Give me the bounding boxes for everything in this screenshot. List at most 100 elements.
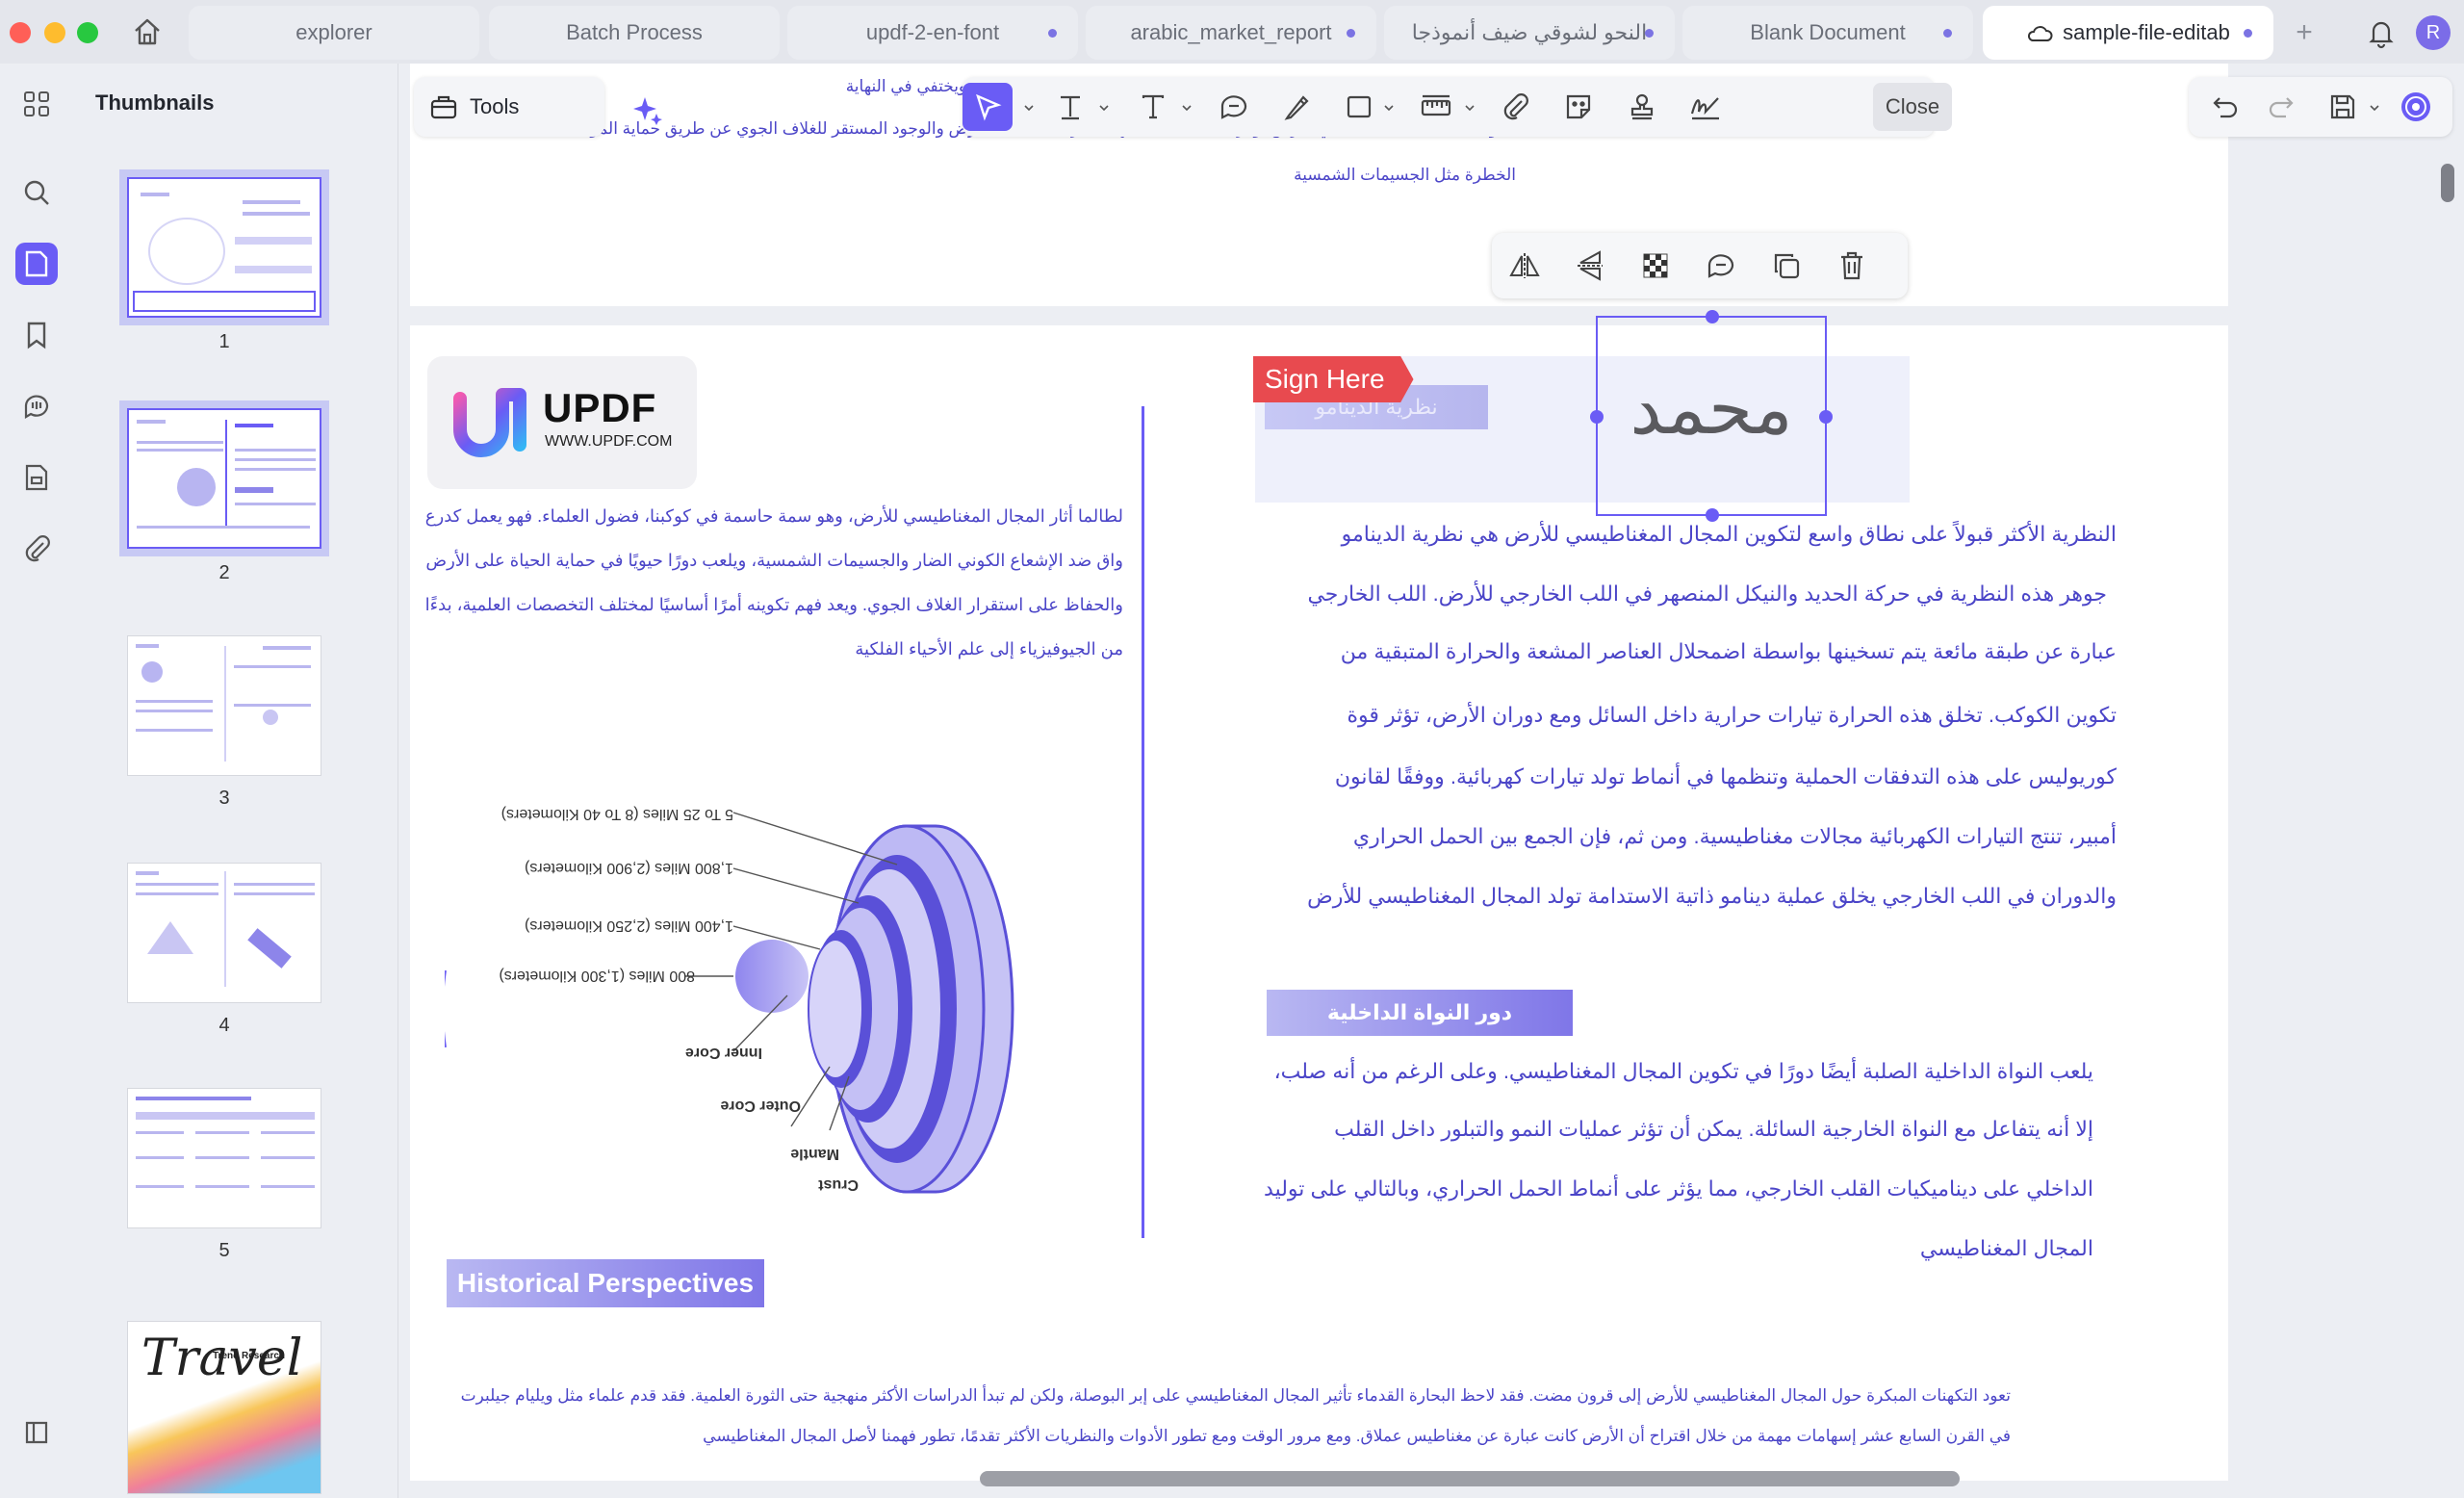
- chevron-down-icon[interactable]: [1099, 103, 1109, 113]
- ai-sparkle-icon[interactable]: [631, 94, 664, 127]
- bookmark-icon[interactable]: [15, 314, 58, 356]
- core-line: الداخلي على ديناميكيات القلب الخارجي، مم…: [1264, 1176, 2093, 1201]
- window-minimize-button[interactable]: [44, 22, 65, 43]
- chevron-down-icon[interactable]: [1384, 103, 1394, 113]
- tab-explorer[interactable]: explorer: [189, 6, 479, 60]
- apps-grid-icon[interactable]: [15, 83, 58, 125]
- home-icon[interactable]: [129, 13, 166, 50]
- save-icon[interactable]: [2323, 88, 2362, 126]
- earth-label-outer-core-depth: 1,400 Miles (2,250 Kilometers): [525, 917, 733, 934]
- chevron-down-icon[interactable]: [1024, 103, 1034, 113]
- tab-arabic-grammar[interactable]: النحو لشوقي ضيف أنموذجا: [1384, 6, 1675, 60]
- thumbnail-page-6[interactable]: Travel Trend Research: [127, 1321, 321, 1494]
- notification-bell-icon[interactable]: [2364, 15, 2399, 50]
- earth-label-mantle-depth: 1,800 Miles (2,900 Kilometers): [525, 860, 733, 876]
- horizontal-scrollbar[interactable]: [980, 1471, 1960, 1486]
- earth-label-crust: Crust: [818, 1176, 859, 1193]
- dynamo-line: والدوران في اللب الخارجي يخلق عملية دينا…: [1307, 884, 2117, 908]
- page-a-text-line: الخطرة مثل الجسيمات الشمسية: [1294, 166, 1516, 184]
- tab-updf-2-en-font[interactable]: updf-2-en-font: [787, 6, 1078, 60]
- undo-icon[interactable]: [2206, 88, 2245, 126]
- core-line: إلا أنه يتفاعل مع النواة الخارجية السائل…: [1334, 1117, 2093, 1141]
- text-insert-tool-icon[interactable]: [1051, 88, 1090, 126]
- resize-handle-left[interactable]: [1590, 410, 1604, 424]
- comment-icon[interactable]: [1702, 246, 1740, 285]
- resize-handle-bottom[interactable]: [1706, 508, 1719, 522]
- attachment-paperclip-icon[interactable]: [15, 528, 58, 570]
- sidebar-toggle-icon[interactable]: [15, 1411, 58, 1454]
- dynamo-line: كوريوليس على هذه التدفقات الحملية وتنظمه…: [1334, 764, 2117, 788]
- tab-bar: explorer Batch Process updf-2-en-font ar…: [0, 0, 2464, 64]
- history-line: في القرن السابع عشر إسهامات مهمة من خلال…: [703, 1427, 2011, 1445]
- tab-label: arabic_market_report: [1130, 20, 1332, 44]
- thumbnails-page-icon[interactable]: [15, 243, 58, 285]
- thumbnail-page-4[interactable]: [127, 863, 321, 1003]
- thumbnail-page-3[interactable]: [127, 635, 321, 776]
- new-tab-plus-icon[interactable]: +: [2285, 13, 2323, 52]
- thumbnail-page-2[interactable]: [119, 400, 329, 556]
- select-arrow-tool[interactable]: [962, 83, 1013, 131]
- text-box-tool-icon[interactable]: [1134, 88, 1172, 126]
- thumbnail-page-1[interactable]: [119, 169, 329, 325]
- thumbnail-label: 3: [218, 788, 230, 809]
- comments-icon[interactable]: [15, 385, 58, 427]
- resize-handle-right[interactable]: [1819, 410, 1833, 424]
- search-icon[interactable]: [15, 171, 58, 214]
- core-line: المجال المغناطيسي: [1919, 1236, 2093, 1260]
- rectangle-shape-tool-icon[interactable]: [1340, 88, 1378, 126]
- history-line: تعود التكهنات المبكرة حول المجال المغناط…: [460, 1386, 2011, 1405]
- thumbnail-label: 5: [218, 1240, 230, 1261]
- flip-horizontal-icon[interactable]: [1505, 246, 1544, 285]
- stamp-tool-icon[interactable]: [1623, 88, 1661, 126]
- measure-ruler-tool-icon[interactable]: [1417, 88, 1455, 126]
- tab-label: Batch Process: [566, 20, 703, 44]
- duplicate-icon[interactable]: [1767, 246, 1806, 285]
- user-avatar[interactable]: R: [2416, 15, 2451, 50]
- thumbnail-label: 4: [218, 1015, 230, 1036]
- chevron-down-icon[interactable]: [1182, 103, 1192, 113]
- earth-label-mantle: Mantle: [790, 1146, 839, 1162]
- sticky-note-comment-icon[interactable]: [1215, 88, 1253, 126]
- tools-button[interactable]: Tools: [414, 77, 604, 137]
- tab-batch-process[interactable]: Batch Process: [489, 6, 780, 60]
- unsaved-dot-icon: [1347, 29, 1355, 38]
- tools-label: Tools: [470, 94, 520, 118]
- sign-here-tag[interactable]: Sign Here: [1253, 356, 1414, 402]
- updf-logo: UPDF WWW.UPDF.COM: [427, 356, 697, 489]
- earth-label-crust-depth: 5 To 25 Miles (8 To 40 Kilometers): [501, 806, 733, 822]
- pen-draw-tool-icon[interactable]: [1278, 88, 1317, 126]
- unsaved-dot-icon: [1943, 29, 1952, 38]
- chevron-down-icon[interactable]: [1465, 103, 1475, 113]
- close-annotation-button[interactable]: Close: [1873, 83, 1952, 131]
- flip-vertical-icon[interactable]: [1571, 246, 1609, 285]
- thumbnail-label: 1: [218, 331, 230, 352]
- tab-label: updf-2-en-font: [865, 20, 1000, 44]
- chevron-down-icon[interactable]: [2370, 103, 2379, 113]
- history-save-toolbar: [2189, 77, 2452, 137]
- delete-trash-icon[interactable]: [1833, 246, 1871, 285]
- window-maximize-button[interactable]: [77, 22, 98, 43]
- core-line: يلعب النواة الداخلية الصلبة أيضًا دورًا …: [1273, 1059, 2093, 1083]
- earth-layers-diagram: 5 To 25 Miles (8 To 40 Kilometers) 1,800…: [445, 806, 1014, 1194]
- sticker-tool-icon[interactable]: [1559, 88, 1598, 126]
- dynamo-line: أمبير، تنتج التيارات الكهربائية مجالات م…: [1352, 824, 2117, 848]
- ai-assistant-icon[interactable]: [2397, 88, 2435, 126]
- unsaved-dot-icon: [1645, 29, 1654, 38]
- signature-selection-box[interactable]: [1590, 310, 1833, 522]
- intro-line: لطالما أثار المجال المغناطيسي للأرض، وهو…: [424, 506, 1123, 526]
- opacity-checker-icon[interactable]: [1636, 246, 1675, 285]
- pdf-page-2: UPDF WWW.UPDF.COM لطالما أثار المجال الم…: [410, 233, 2228, 1481]
- dynamo-line: عبارة عن طبقة مائعة يتم تسخينها بواسطة ا…: [1340, 639, 2117, 663]
- tab-blank-document[interactable]: Blank Document: [1682, 6, 1973, 60]
- vertical-scrollbar[interactable]: [2441, 164, 2454, 202]
- redo-icon[interactable]: [2262, 88, 2300, 126]
- thumbnail-page-5[interactable]: [127, 1088, 321, 1228]
- updf-logo-icon: [453, 388, 526, 457]
- signature-tool-icon[interactable]: [1686, 88, 1725, 126]
- tab-arabic-market-report[interactable]: arabic_market_report: [1086, 6, 1376, 60]
- attachment-tool-icon[interactable]: [1496, 88, 1534, 126]
- window-close-button[interactable]: [10, 22, 31, 43]
- resize-handle-top[interactable]: [1706, 310, 1719, 323]
- tab-sample-file-editable[interactable]: sample-file-editab: [1983, 6, 2273, 60]
- form-document-icon[interactable]: [15, 456, 58, 499]
